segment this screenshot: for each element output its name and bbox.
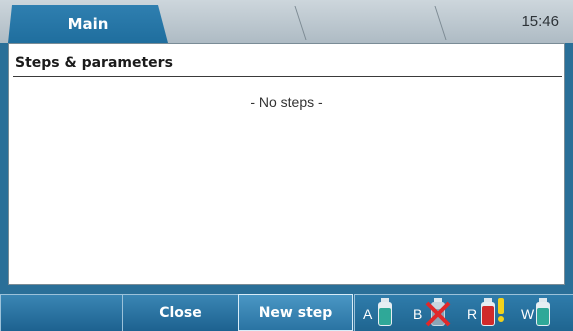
clock: 15:46 [521, 13, 559, 30]
bottle-a-status[interactable]: A [363, 298, 411, 330]
bottle-b-letter: B [413, 306, 423, 322]
tab-main-label: Main [67, 15, 109, 33]
bottle-w-status[interactable]: W [521, 298, 569, 330]
bottle-w-letter: W [521, 306, 535, 322]
tab-3[interactable] [305, 5, 440, 43]
steps-panel: Steps & parameters - No steps - [8, 43, 565, 285]
tab-2[interactable] [170, 5, 300, 43]
panel-title: Steps & parameters [13, 52, 562, 77]
close-button-label: Close [159, 305, 202, 321]
bottle-a-letter: A [363, 306, 373, 322]
blank-button[interactable] [0, 294, 122, 331]
bottom-toolbar: Close New step A B R W [0, 294, 573, 331]
close-button[interactable]: Close [122, 294, 238, 331]
bottle-teal-icon [533, 297, 553, 331]
tab-bar: Main 15:46 [0, 0, 573, 43]
bottle-teal-icon [375, 297, 395, 331]
bottle-r-status[interactable]: R [467, 298, 515, 330]
empty-steps-message: - No steps - [250, 94, 323, 110]
bottle-r-letter: R [467, 306, 478, 322]
bottle-status-area: A B R W [354, 294, 573, 331]
new-step-button-label: New step [258, 304, 333, 321]
bottle-b-status[interactable]: B [413, 298, 461, 330]
tab-main[interactable]: Main [8, 5, 168, 43]
bottle-missing-icon [425, 297, 451, 331]
new-step-button[interactable]: New step [238, 294, 353, 331]
bottle-red-warning-icon [479, 297, 507, 331]
